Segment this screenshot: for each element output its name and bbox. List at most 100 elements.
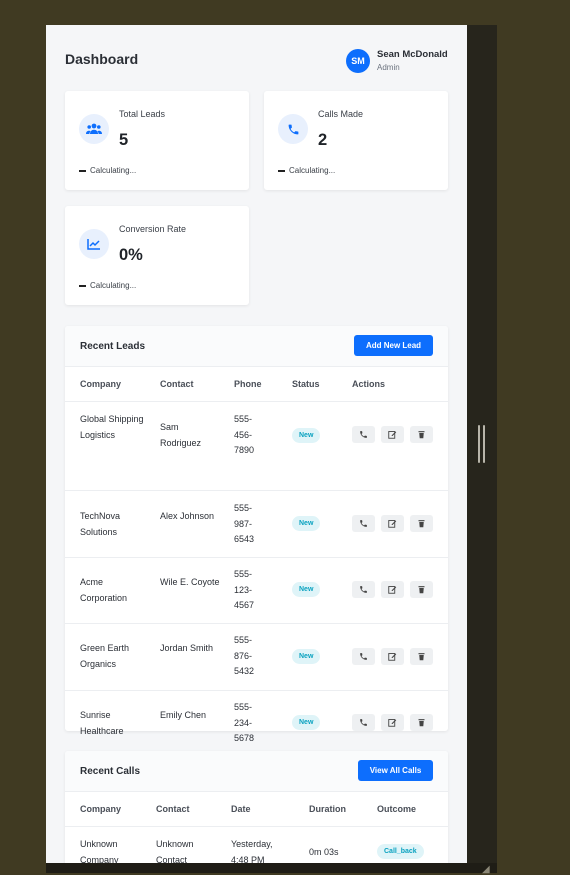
panel-header: Recent Calls View All Calls <box>65 751 448 792</box>
status-badge: New <box>292 428 321 443</box>
edit-icon <box>388 586 397 594</box>
lead-company: Acme Corporation <box>80 577 128 603</box>
stat-trend: Calculating... <box>79 166 136 175</box>
lead-phone: 555-234-5678 <box>234 702 255 743</box>
edit-icon <box>388 719 397 727</box>
chart-line-icon <box>79 229 109 259</box>
delete-button[interactable] <box>410 581 433 598</box>
divider <box>65 826 448 827</box>
dash-icon <box>79 169 86 172</box>
lead-company: TechNova Solutions <box>80 511 121 537</box>
stat-value: 2 <box>318 131 328 149</box>
column-header[interactable]: Company <box>80 804 121 814</box>
divider <box>65 401 448 402</box>
trash-icon <box>418 719 425 727</box>
call-button[interactable] <box>352 648 375 665</box>
column-header[interactable]: Duration <box>309 804 346 814</box>
edit-icon <box>388 653 397 661</box>
divider <box>65 690 448 691</box>
dash-icon <box>278 169 285 172</box>
users-icon <box>79 114 109 144</box>
stat-trend-text: Calculating... <box>90 281 137 290</box>
trash-icon <box>418 586 425 594</box>
panel-header: Recent Leads Add New Lead <box>65 326 448 367</box>
panel-title: Recent Calls <box>80 766 141 777</box>
resize-handle[interactable] <box>478 425 486 463</box>
edit-button[interactable] <box>381 714 404 731</box>
bottom-strip <box>46 863 497 873</box>
column-header[interactable]: Date <box>231 804 251 814</box>
lead-contact: Wile E. Coyote <box>160 577 220 587</box>
stat-label: Conversion Rate <box>119 224 187 234</box>
column-header[interactable]: Phone <box>234 379 262 389</box>
column-header[interactable]: Company <box>80 379 121 389</box>
edit-button[interactable] <box>381 515 404 532</box>
lead-contact: Jordan Smith <box>160 643 214 653</box>
stat-trend-text: Calculating... <box>289 166 336 175</box>
page-header: Dashboard SM Sean McDonald Admin <box>65 49 448 89</box>
divider <box>65 490 448 491</box>
lead-contact: Emily Chen <box>160 710 207 720</box>
trash-icon <box>418 653 425 661</box>
lead-contact: Sam Rodriguez <box>160 422 202 448</box>
add-new-lead-button[interactable]: Add New Lead <box>354 335 433 356</box>
stat-value: 0% <box>119 246 143 264</box>
status-badge: New <box>292 715 321 730</box>
phone-icon <box>360 431 367 438</box>
divider <box>65 623 448 624</box>
status-badge: New <box>292 516 321 531</box>
stat-card-calls-made: Calls Made 2 Calculating... <box>264 91 448 190</box>
recent-calls-panel: Recent Calls View All Calls Company Cont… <box>65 751 448 863</box>
view-all-calls-button[interactable]: View All Calls <box>358 760 433 781</box>
stat-label: Total Leads <box>119 109 166 119</box>
status-badge: New <box>292 649 321 664</box>
lead-company: Sunrise Healthcare <box>80 710 124 736</box>
delete-button[interactable] <box>410 714 433 731</box>
outcome-badge: Call_back <box>377 844 424 859</box>
phone-icon <box>360 520 367 527</box>
column-header[interactable]: Status <box>292 379 320 389</box>
avatar[interactable]: SM <box>346 49 370 73</box>
call-button[interactable] <box>352 714 375 731</box>
stat-label: Calls Made <box>318 109 364 119</box>
call-button[interactable] <box>352 581 375 598</box>
call-duration: 0m 03s <box>309 847 339 857</box>
user-name: Sean McDonald <box>377 49 448 60</box>
lead-company: Global Shipping Logistics <box>80 414 144 440</box>
page-title: Dashboard <box>65 51 139 67</box>
lead-phone: 555-987-6543 <box>234 503 255 544</box>
edit-icon <box>388 520 397 528</box>
lead-phone: 555-456-7890 <box>234 414 255 455</box>
edit-icon <box>388 431 397 439</box>
column-header[interactable]: Actions <box>352 379 385 389</box>
column-header[interactable]: Contact <box>156 804 190 814</box>
edit-button[interactable] <box>381 426 404 443</box>
call-button[interactable] <box>352 426 375 443</box>
stat-trend: Calculating... <box>278 166 335 175</box>
dash-icon <box>79 284 86 287</box>
user-role: Admin <box>377 63 400 72</box>
phone-icon <box>278 114 308 144</box>
resize-corner-icon[interactable]: ◢ <box>482 864 490 875</box>
trash-icon <box>418 520 425 528</box>
delete-button[interactable] <box>410 426 433 443</box>
dashboard-app: Dashboard SM Sean McDonald Admin Total L… <box>46 25 467 863</box>
stat-card-total-leads: Total Leads 5 Calculating... <box>65 91 249 190</box>
delete-button[interactable] <box>410 515 433 532</box>
edit-button[interactable] <box>381 648 404 665</box>
stat-trend-text: Calculating... <box>90 166 137 175</box>
lead-phone: 555-876-5432 <box>234 635 255 676</box>
delete-button[interactable] <box>410 648 433 665</box>
column-header[interactable]: Contact <box>160 379 194 389</box>
call-button[interactable] <box>352 515 375 532</box>
phone-icon <box>360 719 367 726</box>
panel-title: Recent Leads <box>80 341 146 352</box>
lead-phone: 555-123-4567 <box>234 569 255 610</box>
edit-button[interactable] <box>381 581 404 598</box>
trash-icon <box>418 431 425 439</box>
phone-icon <box>360 653 367 660</box>
stat-value: 5 <box>119 131 129 149</box>
status-badge: New <box>292 582 321 597</box>
column-header[interactable]: Outcome <box>377 804 416 814</box>
call-company: Unknown Company <box>80 839 119 863</box>
